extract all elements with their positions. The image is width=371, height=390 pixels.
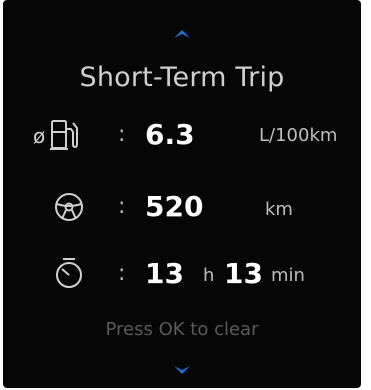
- distance-row: : 520 km: [3, 188, 361, 228]
- fuel-colon: :: [118, 122, 126, 147]
- clear-hint: Press OK to clear: [105, 319, 259, 340]
- fuel-consumption-value: 6.3: [145, 118, 195, 151]
- time-hours-value: 13: [145, 257, 184, 290]
- fuel-pump-icon: [49, 118, 79, 156]
- chevron-up-icon[interactable]: [173, 28, 191, 39]
- fuel-consumption-unit: L/100km: [259, 125, 338, 146]
- chevron-down-icon[interactable]: [173, 365, 191, 376]
- time-colon: :: [118, 261, 126, 286]
- average-symbol: ø: [33, 124, 46, 148]
- trip-title: Short-Term Trip: [79, 62, 285, 93]
- time-minutes-unit: min: [271, 265, 305, 286]
- time-minutes-value: 13: [224, 257, 263, 290]
- fuel-consumption-row: ø : 6.3 L/100km: [3, 116, 361, 156]
- steering-wheel-icon: [54, 192, 84, 226]
- display-screen: Short-Term Trip ø : 6.3 L/100km : 520 km…: [3, 0, 361, 388]
- distance-colon: :: [118, 194, 126, 219]
- time-hours-unit: h: [203, 265, 215, 286]
- travel-time-row: : 13 h 13 min: [3, 255, 361, 295]
- distance-value: 520: [145, 190, 204, 223]
- stopwatch-icon: [54, 257, 84, 293]
- distance-unit: km: [265, 199, 293, 220]
